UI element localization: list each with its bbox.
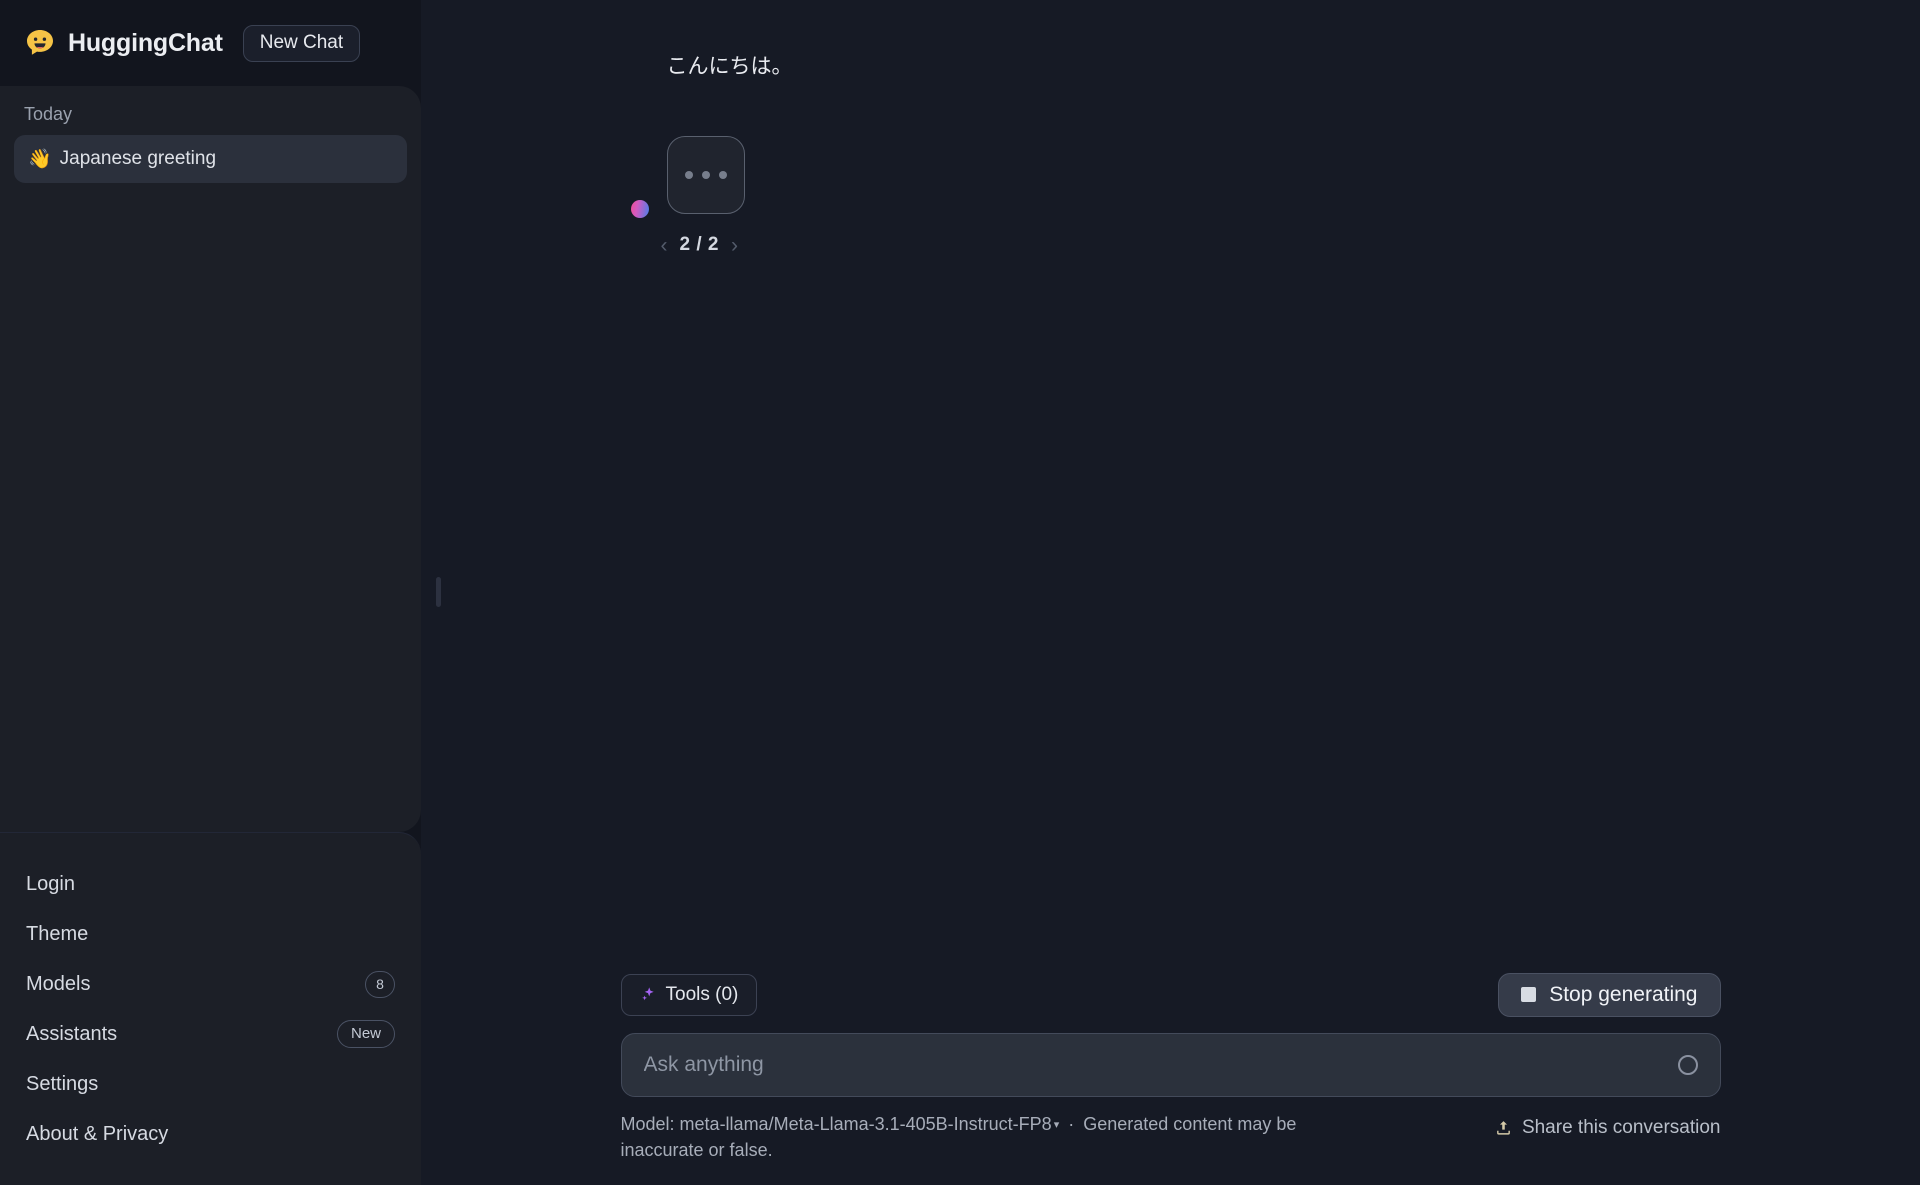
composer-footer: Model: meta-llama/Meta-Llama-3.1-405B-In… — [621, 1111, 1721, 1163]
sidebar-header: HuggingChat New Chat — [0, 0, 421, 86]
chat-input[interactable] — [643, 1052, 1666, 1077]
chat-input-wrapper[interactable] — [620, 1032, 1721, 1097]
sidebar-resize-handle[interactable] — [436, 577, 441, 607]
tools-button[interactable]: Tools (0) — [620, 973, 758, 1016]
model-prefix-label: Model: — [620, 1113, 675, 1134]
models-count-badge: 8 — [365, 970, 395, 998]
stop-generating-label: Stop generating — [1549, 982, 1698, 1006]
share-conversation-label: Share this conversation — [1521, 1116, 1721, 1138]
brand[interactable]: HuggingChat — [24, 27, 223, 59]
sparkle-icon — [641, 987, 654, 1001]
chevron-down-icon: ▾ — [1053, 1118, 1060, 1131]
message-list: こんにちは。 ‹ 2 / 2 › — [421, 0, 1920, 973]
loading-ring-icon — [1677, 1054, 1698, 1075]
huggingchat-app: HuggingChat New Chat Today 👋 Japanese gr… — [0, 0, 1920, 1185]
sidebar: HuggingChat New Chat Today 👋 Japanese gr… — [0, 0, 421, 1185]
sidebar-item-assistants[interactable]: Assistants New — [26, 1009, 395, 1059]
pager-count: 2 / 2 — [679, 234, 719, 256]
sidebar-item-label: About & Privacy — [26, 1122, 169, 1145]
sidebar-item-label: Login — [26, 872, 75, 895]
sidebar-item-label: Models — [26, 972, 91, 995]
chat-main: こんにちは。 ‹ 2 / 2 › Tools (0) Stop generati… — [421, 0, 1920, 1185]
share-upload-icon — [1497, 1121, 1510, 1135]
conversation-item-title: Japanese greeting — [59, 148, 217, 169]
loading-dot-icon — [701, 171, 710, 180]
user-message: こんにちは。 — [666, 55, 793, 78]
assistants-new-badge: New — [336, 1020, 395, 1048]
loading-dot-icon — [684, 171, 693, 180]
sidebar-item-login[interactable]: Login — [26, 859, 395, 909]
sidebar-nav-panel: Login Theme Models 8 Assistants New Sett… — [0, 832, 421, 1185]
loading-dot-icon — [718, 171, 727, 180]
stop-square-icon — [1521, 987, 1537, 1003]
conversation-group-label: Today — [24, 104, 73, 124]
conversation-item-japanese-greeting[interactable]: 👋 Japanese greeting — [14, 135, 407, 183]
sidebar-item-label: Assistants — [26, 1022, 118, 1045]
conversation-list-panel: Today 👋 Japanese greeting — [0, 86, 421, 832]
share-conversation-button[interactable]: Share this conversation — [1495, 1111, 1721, 1139]
sidebar-item-models[interactable]: Models 8 — [26, 959, 395, 1009]
chevron-left-icon[interactable]: ‹ — [661, 235, 668, 256]
model-disclaimer: Model: meta-llama/Meta-Llama-3.1-405B-In… — [621, 1111, 1381, 1163]
tools-button-label: Tools (0) — [665, 983, 739, 1005]
composer-toolbar: Tools (0) Stop generating — [620, 972, 1721, 1017]
message-pager: ‹ 2 / 2 › — [631, 234, 1721, 256]
sidebar-item-theme[interactable]: Theme — [26, 909, 395, 959]
brand-title: HuggingChat — [68, 28, 223, 57]
footer-separator: · — [1068, 1113, 1075, 1134]
stop-generating-button[interactable]: Stop generating — [1498, 972, 1721, 1017]
speech-bubble-smiley-icon — [27, 30, 53, 55]
waving-hand-icon: 👋 — [28, 148, 52, 170]
model-name: meta-llama/Meta-Llama-3.1-405B-Instruct-… — [679, 1113, 1052, 1134]
assistant-message — [630, 136, 1721, 219]
assistant-loading-indicator — [666, 136, 745, 215]
composer: Tools (0) Stop generating Model: meta-ll… — [421, 972, 1920, 1185]
sidebar-item-about-privacy[interactable]: About & Privacy — [26, 1109, 395, 1159]
sidebar-item-settings[interactable]: Settings — [26, 1059, 395, 1109]
sidebar-item-label: Theme — [26, 922, 89, 945]
new-chat-button[interactable]: New Chat — [242, 24, 361, 62]
assistant-avatar — [630, 200, 649, 219]
chevron-right-icon[interactable]: › — [731, 235, 738, 256]
sidebar-item-label: Settings — [26, 1072, 99, 1095]
model-selector[interactable]: meta-llama/Meta-Llama-3.1-405B-Instruct-… — [680, 1114, 1060, 1134]
